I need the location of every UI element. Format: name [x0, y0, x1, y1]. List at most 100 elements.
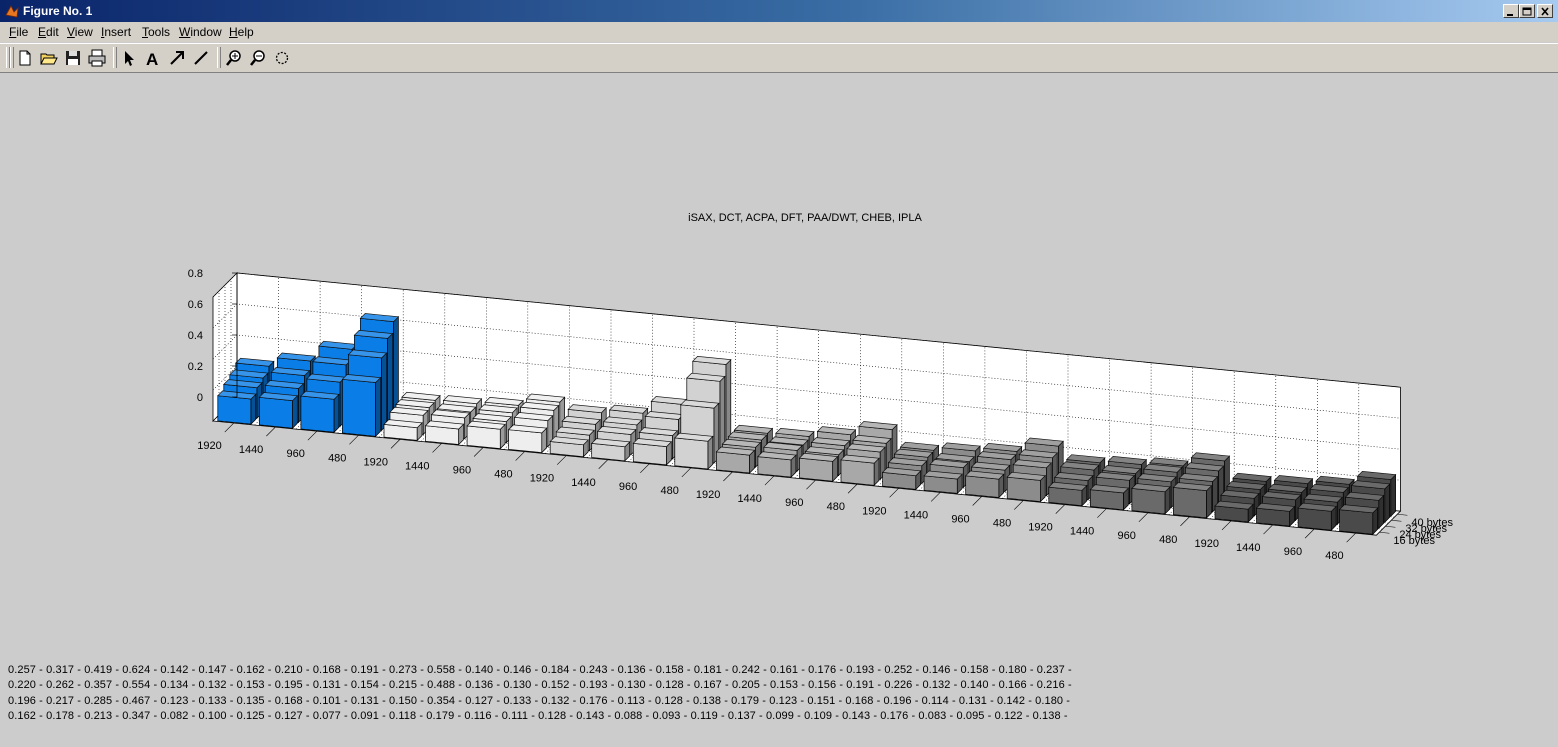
z-tick-label: 0 — [197, 392, 203, 404]
x-tick — [972, 496, 982, 506]
menu-window[interactable]: Window — [179, 25, 222, 39]
bar-side-shade — [708, 436, 713, 469]
z-tick-label: 0.4 — [188, 330, 203, 342]
x-tick-label: 1440 — [239, 444, 263, 456]
toolbar-grip-2[interactable] — [10, 47, 14, 68]
y-tick — [1379, 531, 1390, 534]
title-bar[interactable]: Figure No. 1 — [0, 0, 1558, 22]
x-tick-label: 960 — [1118, 530, 1136, 542]
x-tick — [1263, 524, 1273, 535]
x-tick — [349, 435, 359, 445]
bar — [1255, 502, 1296, 527]
close-button[interactable] — [1537, 4, 1553, 18]
new-figure-button[interactable] — [15, 48, 35, 68]
x-tick-label: 1440 — [571, 477, 595, 489]
x-tick-label: 1920 — [696, 489, 720, 501]
x-tick — [432, 443, 442, 453]
bar-side-shade — [1378, 495, 1384, 529]
menu-tools[interactable]: Tools — [142, 25, 170, 39]
bar-side-shade — [1390, 474, 1396, 517]
maximize-icon — [1522, 7, 1532, 16]
print-icon — [88, 49, 106, 67]
bar — [632, 438, 673, 466]
x-tick-label: 480 — [660, 485, 678, 497]
menu-insert[interactable]: Insert — [101, 25, 131, 39]
open-file-icon — [40, 53, 58, 65]
bar — [757, 451, 797, 478]
open-file-button[interactable] — [39, 48, 59, 68]
value-line-40-bytes: 0.257 - 0.317 - 0.419 - 0.624 - 0.142 - … — [8, 664, 1072, 676]
x-tick — [847, 484, 858, 494]
y-tick-label: 40 bytes — [1411, 517, 1453, 529]
figure-canvas[interactable]: 0 0.2 0.4 0.6 0.8 1920 1440 960 480 1920 1440 960 48… — [0, 72, 1558, 747]
save-button[interactable] — [63, 48, 83, 68]
bar — [1297, 502, 1337, 532]
bar — [798, 452, 839, 483]
x-tick-label: 960 — [1284, 546, 1302, 558]
menu-view[interactable]: View — [67, 25, 93, 39]
x-tick — [1221, 520, 1232, 531]
x-tick — [224, 422, 234, 433]
svg-text:A: A — [146, 50, 158, 68]
insert-line-button[interactable] — [191, 48, 211, 68]
bar — [1338, 504, 1379, 536]
bar-front-face — [1006, 476, 1041, 502]
menu-help[interactable]: Help — [229, 25, 254, 39]
x-tick-label: 1440 — [1070, 526, 1094, 538]
zoom-out-button[interactable] — [248, 48, 268, 68]
bar — [549, 436, 589, 458]
new-figure-icon — [19, 50, 31, 66]
bar — [424, 420, 465, 446]
insert-text-button[interactable]: A — [143, 48, 163, 69]
bar-front-face — [1131, 488, 1166, 515]
print-button[interactable] — [87, 48, 107, 68]
z-tick-label: 0.2 — [188, 361, 203, 373]
bar-front-face — [1297, 507, 1332, 531]
bar-front-face — [799, 457, 834, 482]
bar — [715, 446, 756, 474]
x-tick — [1055, 504, 1065, 514]
menu-file[interactable]: File — [9, 25, 28, 39]
bar — [383, 419, 423, 442]
toolbar-separator-2 — [217, 47, 221, 68]
x-tick — [515, 451, 525, 461]
zoom-in-button[interactable] — [224, 48, 244, 68]
bar — [964, 470, 1005, 499]
minimize-icon — [1507, 14, 1513, 16]
x-tick-label: 1440 — [1236, 542, 1260, 554]
edit-plot-button[interactable] — [119, 48, 139, 68]
bar — [300, 390, 340, 434]
bar — [674, 432, 714, 470]
minimize-button[interactable] — [1503, 4, 1519, 18]
bar-front-face — [1339, 509, 1374, 535]
value-line-32-bytes: 0.220 - 0.262 - 0.357 - 0.554 - 0.134 - … — [8, 679, 1072, 692]
menu-edit[interactable]: Edit — [38, 25, 59, 39]
bar — [258, 392, 299, 430]
y-tick — [1397, 513, 1408, 516]
value-line-24-bytes: 0.196 - 0.217 - 0.285 - 0.467 - 0.123 - … — [8, 694, 1071, 707]
window-title: Figure No. 1 — [23, 4, 93, 18]
close-icon — [1541, 7, 1549, 16]
bar3-plot[interactable]: 0 0.2 0.4 0.6 0.8 1920 1440 960 480 1920 1440 960 48… — [0, 72, 1558, 652]
bar — [923, 470, 963, 495]
x-tick — [1180, 516, 1190, 527]
x-tick — [889, 488, 899, 498]
insert-arrow-button[interactable] — [167, 48, 187, 68]
zoom-in-icon — [226, 50, 241, 66]
x-tick — [1138, 512, 1149, 523]
x-tick — [930, 492, 941, 502]
x-tick-label: 1440 — [405, 460, 429, 472]
x-tick — [556, 455, 567, 465]
bar-front-face — [840, 459, 875, 486]
x-tick-label: 960 — [287, 448, 305, 460]
maximize-button[interactable] — [1519, 4, 1535, 18]
bar-side-shade — [1384, 484, 1390, 523]
x-tick-label: 960 — [453, 465, 471, 477]
value-text-block: 0.257 - 0.317 - 0.419 - 0.624 - 0.142 - … — [8, 663, 1072, 724]
bar — [341, 374, 382, 438]
bar-front-face — [300, 395, 335, 433]
rotate-3d-button[interactable] — [272, 48, 292, 68]
bar-front-face — [508, 429, 543, 453]
x-tick — [764, 475, 775, 486]
bar — [1089, 484, 1130, 511]
